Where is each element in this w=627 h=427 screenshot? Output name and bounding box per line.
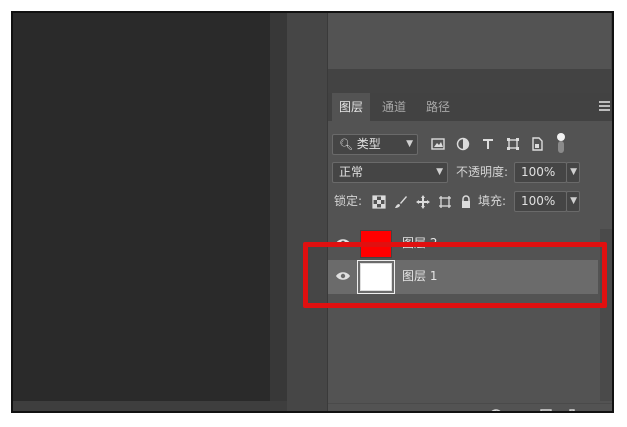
adjustment-filter-icon[interactable] bbox=[456, 137, 470, 151]
image-filter-icon[interactable] bbox=[431, 137, 445, 151]
chevron-down-icon: ▼ bbox=[570, 167, 577, 177]
tab-layers[interactable]: 图层 bbox=[332, 93, 370, 121]
shape-filter-icon[interactable] bbox=[506, 137, 520, 151]
smart-object-filter-icon[interactable] bbox=[530, 137, 544, 151]
lock-artboard-icon[interactable] bbox=[438, 195, 452, 209]
blend-mode-value: 正常 bbox=[339, 165, 364, 179]
opacity-field[interactable]: 100% bbox=[514, 162, 567, 183]
lock-label: 锁定: bbox=[334, 194, 363, 208]
tab-paths[interactable]: 路径 bbox=[418, 93, 458, 121]
panel-menu-icon[interactable] bbox=[599, 101, 610, 111]
fill-field[interactable]: 100% bbox=[514, 191, 567, 212]
lock-transparency-icon[interactable] bbox=[372, 195, 386, 209]
lock-pixels-brush-icon[interactable] bbox=[394, 195, 408, 209]
fill-dropdown-button[interactable]: ▼ bbox=[566, 191, 580, 212]
trash-icon[interactable] bbox=[564, 408, 580, 413]
fx-layer-style-icon[interactable]: fx bbox=[433, 408, 449, 413]
adjustment-layer-icon[interactable] bbox=[488, 408, 504, 413]
panel-dock-strip bbox=[287, 13, 328, 411]
fill-value: 100% bbox=[521, 194, 556, 208]
fill-label: 填充: bbox=[478, 194, 507, 208]
upper-panel bbox=[328, 13, 612, 69]
panel-tabs: 图层 通道 路径 bbox=[328, 93, 612, 121]
svg-text:fx: fx bbox=[433, 410, 445, 413]
opacity-label: 不透明度: bbox=[456, 165, 509, 179]
tab-channels[interactable]: 通道 bbox=[374, 93, 414, 121]
search-icon: 🔍︎ bbox=[339, 138, 353, 151]
new-layer-icon[interactable] bbox=[538, 408, 554, 413]
upper-panel-scrollbar[interactable] bbox=[611, 13, 612, 69]
canvas-horizontal-scrollbar[interactable] bbox=[13, 401, 287, 411]
layer-filter-dropdown[interactable]: 🔍︎ 类型 ▼ bbox=[332, 134, 418, 155]
document-canvas[interactable] bbox=[13, 13, 270, 401]
filter-toggle-switch[interactable] bbox=[556, 133, 566, 155]
blend-mode-dropdown[interactable]: 正常 ▼ bbox=[332, 162, 448, 183]
link-layers-icon[interactable] bbox=[409, 408, 425, 413]
type-filter-icon[interactable] bbox=[481, 137, 495, 151]
group-folder-icon[interactable] bbox=[513, 408, 529, 413]
lock-all-icon[interactable] bbox=[459, 195, 473, 209]
chevron-down-icon: ▼ bbox=[436, 167, 443, 177]
chevron-down-icon: ▼ bbox=[570, 196, 577, 206]
red-highlight-box bbox=[303, 242, 607, 308]
app-window: 图层 通道 路径 🔍︎ 类型 ▼ 正常 ▼ 不透明度: 100% ▼ 锁定: 填… bbox=[11, 11, 614, 413]
opacity-value: 100% bbox=[521, 165, 556, 179]
add-mask-icon[interactable] bbox=[461, 408, 477, 413]
filter-kind-label: 类型 bbox=[356, 137, 381, 151]
lock-position-move-icon[interactable] bbox=[416, 195, 430, 209]
layers-bottom-toolbar: fx bbox=[328, 403, 612, 413]
panel-divider bbox=[328, 69, 612, 93]
chevron-down-icon: ▼ bbox=[406, 139, 413, 149]
opacity-dropdown-button[interactable]: ▼ bbox=[566, 162, 580, 183]
canvas-gutter bbox=[270, 13, 287, 401]
